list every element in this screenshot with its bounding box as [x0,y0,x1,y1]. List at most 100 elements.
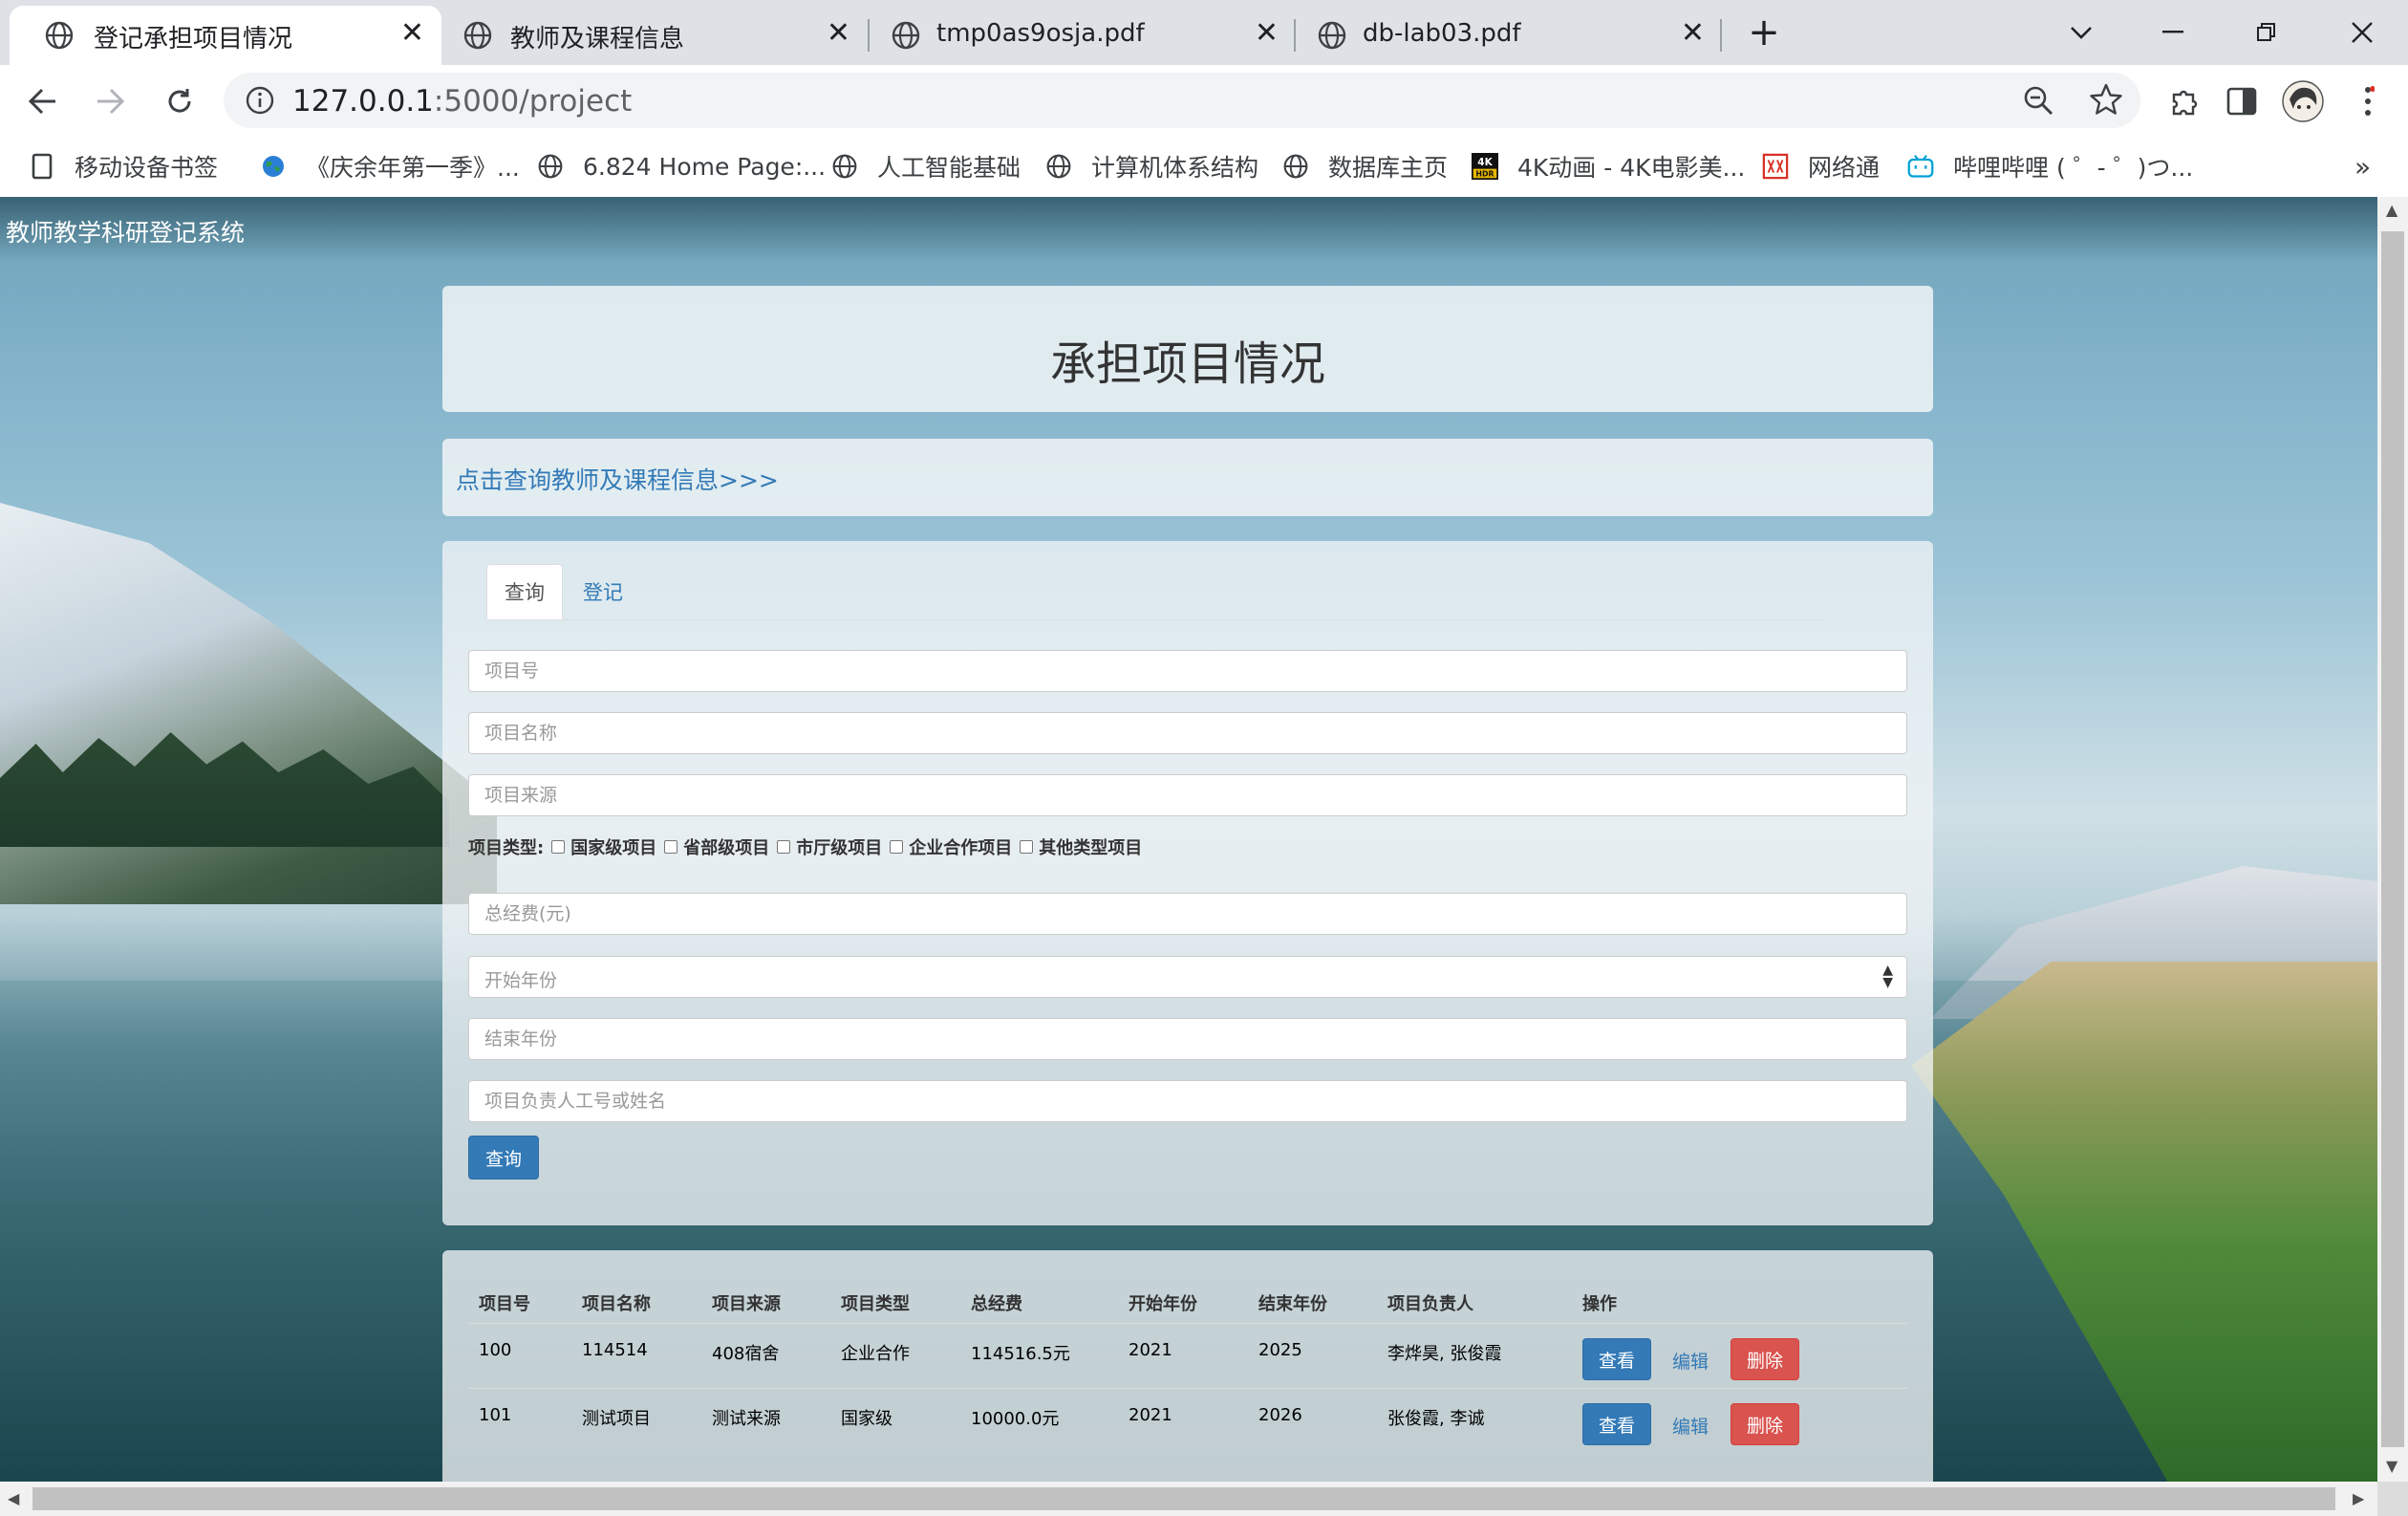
project-source-input[interactable] [468,774,1907,816]
close-window-button[interactable] [2337,11,2387,54]
bookmark-item[interactable]: 计算机体系结构 [1045,149,1258,184]
col-header: 项目负责人 [1387,1294,1473,1314]
start-year-select[interactable]: 开始年份 ▲ ▼ [468,956,1907,998]
tab-register[interactable]: 登记 [563,564,643,619]
project-id-input[interactable] [468,650,1907,692]
edit-link[interactable]: 编辑 [1672,1348,1709,1374]
delete-button[interactable]: 删除 [1731,1338,1799,1380]
bookmark-item[interactable]: 4K HDR 4K动画 - 4K电影美... [1472,149,1745,184]
back-button[interactable] [19,78,65,124]
cell-id: 101 [479,1405,512,1425]
address-bar[interactable]: 127.0.0.1:5000/project [224,73,2140,128]
type-option-label: 国家级项目 [570,838,657,858]
close-icon[interactable]: ✕ [1681,19,1705,48]
end-year-input[interactable] [468,1018,1907,1060]
bookmark-item[interactable]: 网络通 [1762,149,1880,184]
globe-icon [1318,21,1346,50]
edit-link[interactable]: 编辑 [1672,1413,1709,1439]
tab-search-button[interactable] [2056,11,2106,54]
side-panel-icon [2226,87,2257,116]
bookmark-item[interactable]: 移动设备书签 [29,149,218,184]
query-form-panel: 查询 登记 项目类型: 国家级项目 省部级项目 市厅级项目 企业合作项目 其他类… [442,541,1933,1225]
project-name-input[interactable] [468,712,1907,754]
close-icon[interactable]: ✕ [1255,19,1279,48]
site-title[interactable]: 教师教学科研登记系统 [6,214,245,249]
tab-title: tmp0as9osja.pdf [936,19,1145,48]
start-year-placeholder: 开始年份 [484,970,558,991]
extensions-button[interactable] [2161,78,2207,124]
browser-tab-active[interactable]: 登记承担项目情况 ✕ [10,6,441,65]
view-button[interactable]: 查看 [1582,1403,1651,1445]
avatar [2282,80,2324,122]
bookmarks-bar: 移动设备书签 《庆余年第一季》... 6.824 Home Page:... 人… [0,136,2408,198]
browser-tab[interactable]: tmp0as9osja.pdf ✕ [870,6,1296,65]
bookmark-label: 数据库主页 [1328,154,1449,182]
scroll-up-icon[interactable]: ▲ [2386,201,2397,219]
menu-button[interactable] [2345,78,2391,124]
col-header: 项目类型 [841,1294,910,1314]
side-panel-button[interactable] [2219,78,2265,124]
col-header: 项目号 [479,1294,530,1314]
tab-query[interactable]: 查询 [486,564,563,619]
type-enterprise-checkbox[interactable] [890,840,904,854]
bookmark-item[interactable]: 数据库主页 [1282,149,1448,184]
bookmark-item[interactable]: 哔哩哔哩 ( ゜- ゜)つ... [1907,149,2193,184]
scroll-right-icon[interactable]: ▶ [2353,1489,2364,1507]
page-viewport: 教师教学科研登记系统 承担项目情况 点击查询教师及课程信息>>> 查询 登记 项… [0,197,2377,1482]
profile-button[interactable] [2280,78,2326,124]
scrollbar-corner [2377,1482,2408,1516]
vertical-scrollbar[interactable]: ▲ ▼ [2377,197,2408,1482]
type-national-checkbox[interactable] [551,840,566,854]
bookmarks-overflow-button[interactable]: » [2354,149,2371,184]
close-icon[interactable]: ✕ [827,19,850,48]
browser-tab[interactable]: db-lab03.pdf ✕ [1296,6,1722,65]
leader-input[interactable] [468,1080,1907,1122]
total-fund-input[interactable] [468,893,1907,935]
query-button[interactable]: 查询 [468,1136,539,1180]
scrollbar-thumb[interactable] [32,1487,2335,1510]
delete-button[interactable]: 删除 [1731,1403,1799,1445]
type-option-label: 其他类型项目 [1039,838,1143,858]
globe-icon [537,153,564,180]
4k-hdr-icon: 4K HDR [1472,153,1498,180]
bookmark-item[interactable]: 6.824 Home Page:... [537,149,826,184]
view-button[interactable]: 查看 [1582,1338,1651,1380]
row-divider [468,1388,1907,1389]
cell-id: 100 [479,1340,512,1360]
type-provincial-checkbox[interactable] [664,840,678,854]
form-tabs: 查询 登记 [486,564,1824,620]
project-type-row: 项目类型: 国家级项目 省部级项目 市厅级项目 企业合作项目 其他类型项目 [468,834,1142,860]
minimize-button[interactable] [2148,11,2198,54]
forward-button[interactable] [88,78,134,124]
globe-icon [1045,153,1072,180]
reload-button[interactable] [157,78,203,124]
browser-tab[interactable]: 教师及课程信息 ✕ [441,6,868,65]
horizontal-scrollbar[interactable]: ◀ ▶ [0,1482,2377,1516]
col-header: 开始年份 [1129,1294,1197,1314]
project-type-label: 项目类型: [468,838,545,858]
bookmark-item[interactable]: 《庆余年第一季》... [260,149,520,184]
bookmark-label: 《庆余年第一季》... [306,154,520,182]
scroll-down-icon[interactable]: ▼ [2386,1457,2397,1475]
cell-end: 2026 [1258,1405,1302,1425]
close-icon [2352,22,2373,43]
puzzle-icon [2172,90,2198,116]
type-other-checkbox[interactable] [1020,840,1034,854]
bookmark-item[interactable]: 人工智能基础 [831,149,1021,184]
tab-title: db-lab03.pdf [1363,19,1521,48]
new-tab-button[interactable]: + [1739,11,1789,54]
type-municipal-checkbox[interactable] [777,840,791,854]
scrollbar-thumb[interactable] [2381,231,2404,1447]
teacher-info-link[interactable]: 点击查询教师及课程信息>>> [456,462,779,496]
cell-fund: 114516.5元 [971,1344,1070,1364]
tab-title: 教师及课程信息 [510,25,685,54]
results-table-panel: 项目号 项目名称 项目来源 项目类型 总经费 开始年份 结束年份 项目负责人 操… [442,1250,1933,1482]
svg-text:HDR: HDR [1475,170,1494,179]
zoom-out-icon[interactable] [2022,84,2054,117]
cell-start: 2021 [1129,1340,1172,1360]
close-icon[interactable]: ✕ [400,19,424,48]
info-icon[interactable] [245,85,275,116]
scroll-left-icon[interactable]: ◀ [8,1489,19,1507]
star-icon[interactable] [2089,82,2123,117]
restore-button[interactable] [2242,11,2291,54]
